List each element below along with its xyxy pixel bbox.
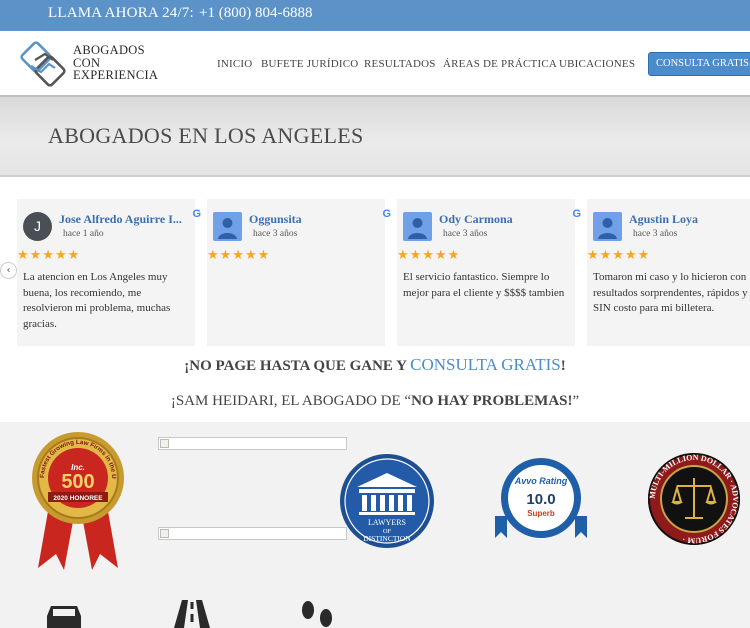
reviewer-name[interactable]: Ody Carmona [439,212,567,227]
review-text: Tomaron mi caso y lo hicieron con result… [593,271,748,314]
review-text: El servicio fantastico. Siempre lo mejor… [403,271,565,299]
road-icon [174,600,210,628]
star-rating: ★★★★★ [207,247,271,262]
car-icon [47,606,81,628]
call-now-label: LLAMA AHORA 24/7: [48,5,194,21]
avvo-label: Superb [527,509,555,518]
logo-handshake-icon[interactable] [19,40,67,88]
star-rating: ★★★★★ [397,247,461,262]
promo-sub-bold: NO HAY PROBLEMAS! [411,393,573,409]
page-title: ABOGADOS EN LOS ANGELES [48,123,364,148]
avatar-placeholder-icon [593,212,622,241]
lod-line3: DISTINCTION [363,534,411,543]
review-date: hace 1 año [63,229,104,239]
promo-text: ¡NO PAGE HASTA QUE GANE Y [184,358,411,374]
star-rating: ★★★★★ [587,247,651,262]
footprints-icon [302,601,332,627]
site-header: ABOGADOS CON EXPERIENCIA INICIO BUFETE J… [0,31,750,97]
top-contact-bar: LLAMA AHORA 24/7: +1 (800) 804-6888 [0,0,750,31]
promo-sub-end: ” [572,393,580,409]
broken-image-icon [158,437,347,450]
promo-headline: ¡NO PAGE HASTA QUE GANE Y CONSULTA GRATI… [0,355,750,375]
google-icon: G [382,208,391,220]
inc-500-badge: Fastest Growing Law Firms in the U.S. In… [30,430,124,570]
review-date: hace 3 años [443,229,488,239]
broken-image-icon [158,527,347,540]
review-text: La atencion en Los Angeles muy buena, lo… [23,271,171,330]
logo-line-1: ABOGADOS [73,43,145,57]
reviewer-name[interactable]: Jose Alfredo Aguirre I... [59,212,187,227]
google-icon: G [572,208,581,220]
promo-subheadline: ¡SAM HEIDARI, EL ABOGADO DE “NO HAY PROB… [0,393,750,410]
review-date: hace 3 años [633,229,678,239]
star-rating: ★★★★★ [17,247,81,262]
avvo-rating-badge: Avvo Rating 10.0 Superb [495,458,587,538]
inc-number: 500 [61,471,94,493]
lod-line1: LAWYERS [368,518,406,527]
avvo-title: Avvo Rating [514,476,568,486]
promo-sub-text: ¡SAM HEIDARI, EL ABOGADO DE “ [170,393,412,409]
avatar-placeholder-icon [403,212,432,241]
nav-item-resultados[interactable]: RESULTADOS [364,58,436,70]
multi-million-dollar-advocates-badge: MULTI-MILLION DOLLAR · ADVOCATES FORUM · [648,453,740,545]
nav-item-areas-de-practica[interactable]: ÁREAS DE PRÁCTICA [443,58,557,70]
nav-item-ubicaciones[interactable]: UBICACIONES [559,58,635,70]
phone-link[interactable]: +1 (800) 804-6888 [199,5,312,22]
logo-line-3: EXPERIENCIA [73,68,159,82]
promo-consulta-link[interactable]: CONSULTA GRATIS [410,355,561,374]
inc-year: 2020 HONOREE [53,495,103,502]
avatar-placeholder-icon [213,212,242,241]
reviewer-name[interactable]: Agustin Loya [629,212,750,227]
review-date: hace 3 años [253,229,298,239]
review-card: J Jose Alfredo Aguirre I... hace 1 año G… [17,199,201,346]
avatar: J [23,212,52,241]
lawyers-of-distinction-badge: LAWYERS OF DISTINCTION [340,454,434,548]
awards-section: Fastest Growing Law Firms in the U.S. In… [0,422,750,628]
promo-text-end: ! [560,358,566,374]
page-title-band: ABOGADOS EN LOS ANGELES [0,97,750,177]
nav-item-inicio[interactable]: INICIO [217,58,252,70]
carousel-prev-arrow-icon[interactable]: ‹ [0,262,17,279]
google-icon: G [192,208,201,220]
review-card: Agustin Loya hace 3 años ★★★★★ Tomaron m… [587,199,750,346]
logo-text[interactable]: ABOGADOS CON EXPERIENCIA [73,44,158,82]
avvo-score: 10.0 [526,491,555,508]
nav-item-bufete-juridico[interactable]: BUFETE JURÍDICO [261,58,358,70]
review-card: Ody Carmona hace 3 años G ★★★★★ El servi… [397,199,581,346]
reviewer-name[interactable]: Oggunsita [249,212,377,227]
reviews-carousel: J Jose Alfredo Aguirre I... hace 1 año G… [0,195,750,346]
free-consultation-button[interactable]: CONSULTA GRATIS [648,52,750,76]
review-card: Oggunsita hace 3 años G ★★★★★ [207,199,391,346]
